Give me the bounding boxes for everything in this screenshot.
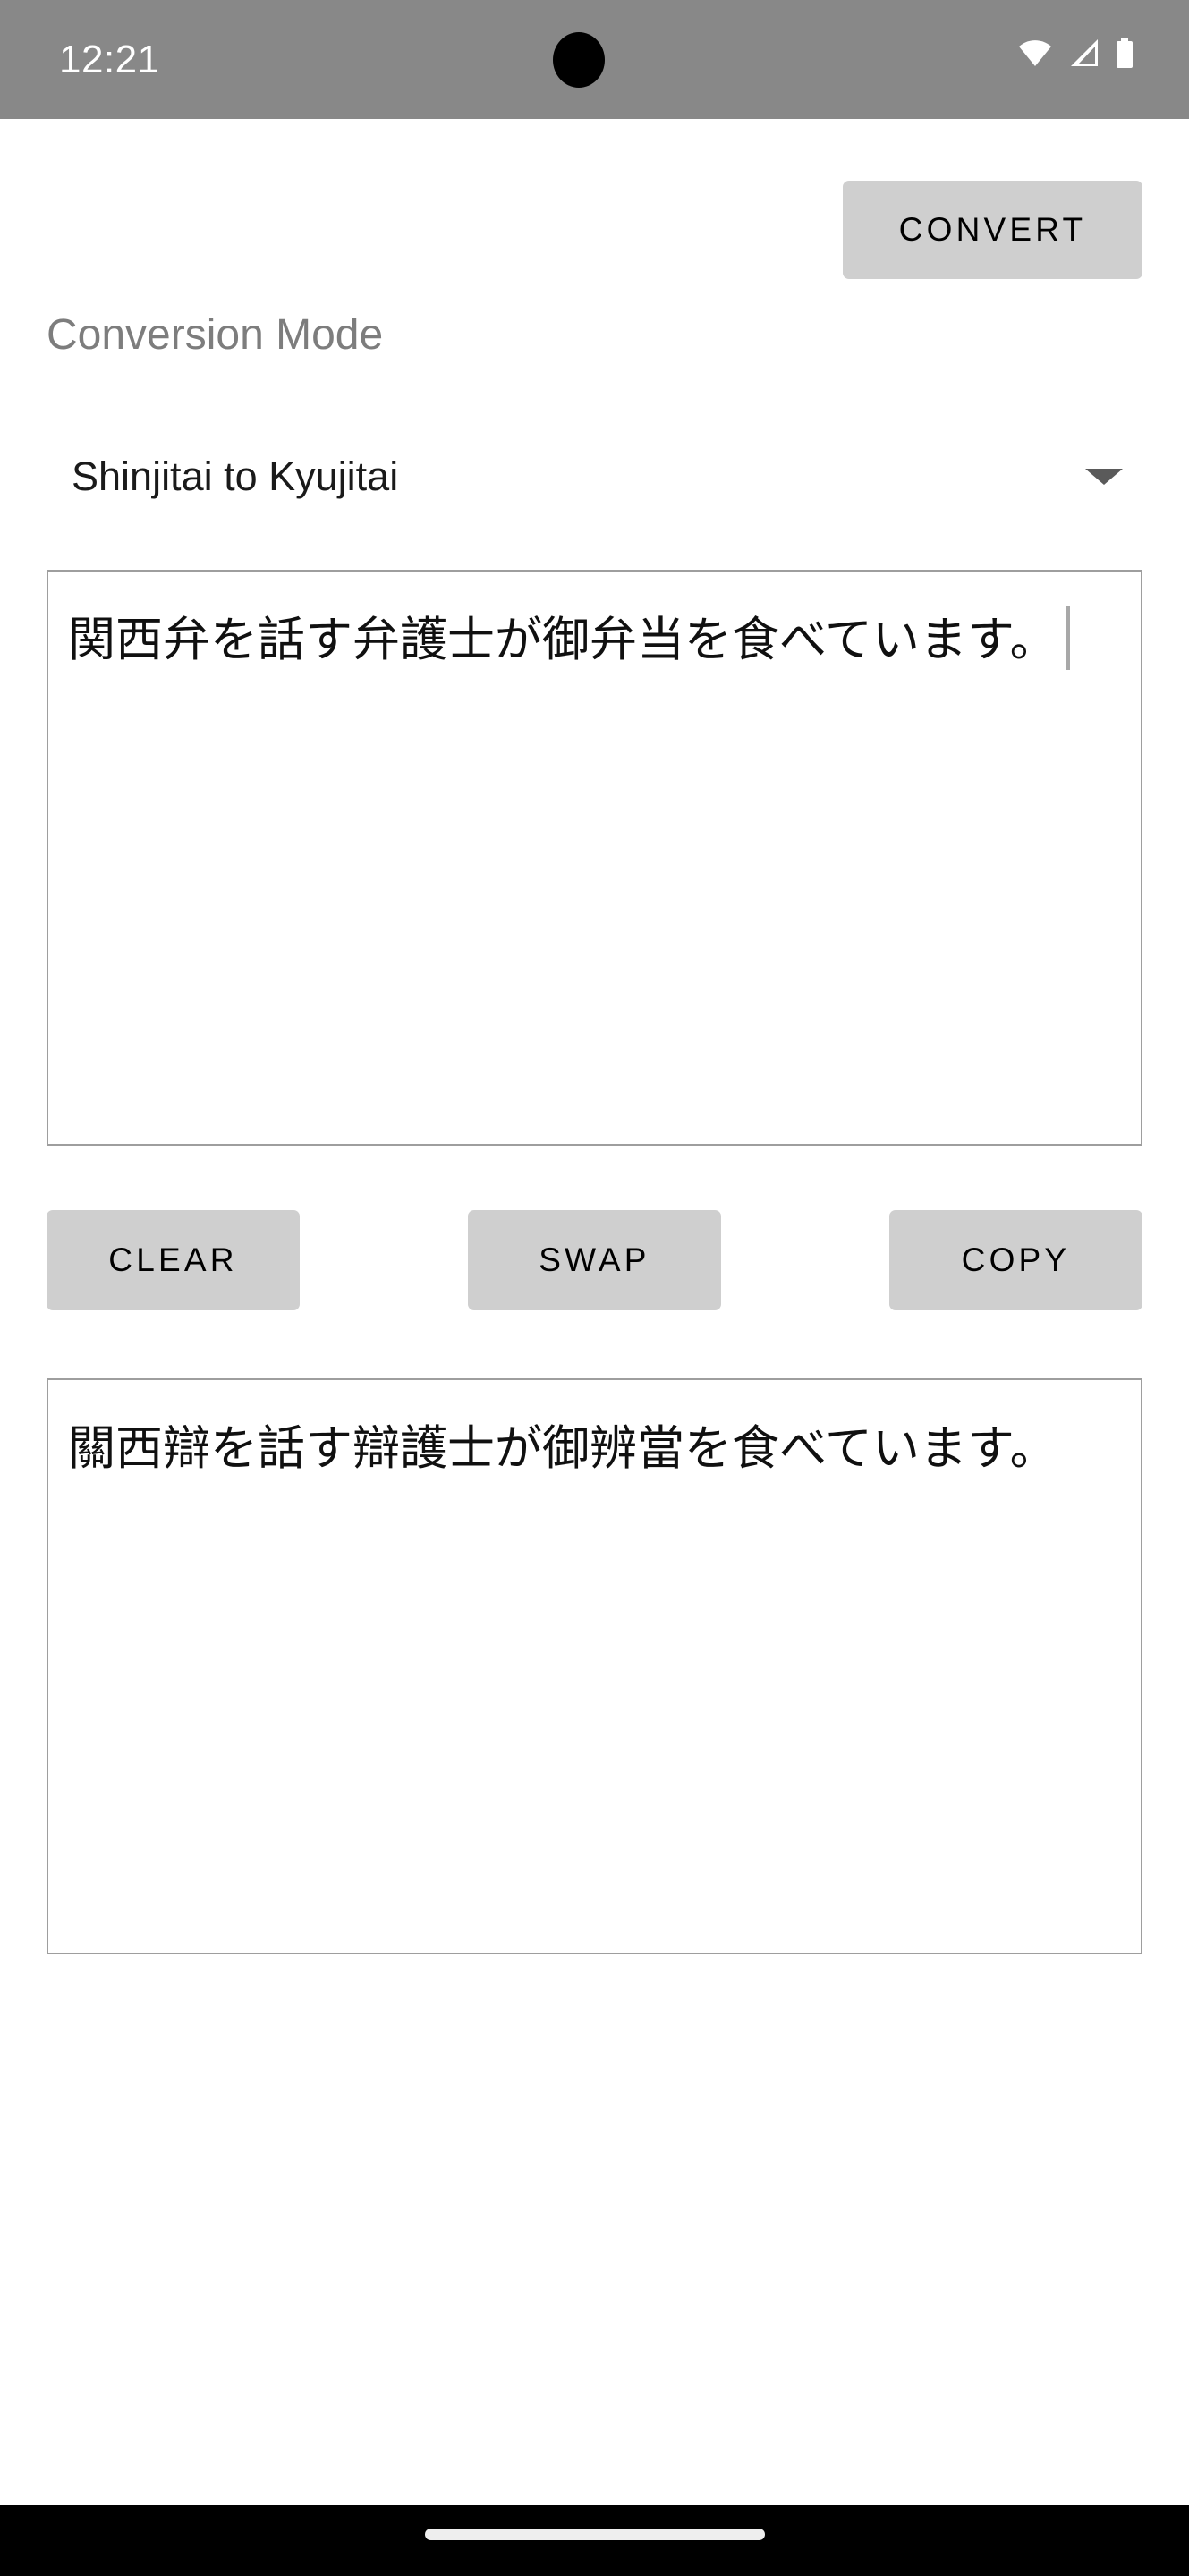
home-gesture-pill[interactable] xyxy=(424,2529,765,2540)
camera-cutout xyxy=(553,32,605,88)
system-navigation-bar xyxy=(0,2505,1189,2576)
chevron-down-icon xyxy=(1085,469,1123,485)
text-cursor xyxy=(1066,606,1070,670)
swap-button[interactable]: SWAP xyxy=(468,1210,721,1310)
status-bar: 12:21 xyxy=(0,0,1189,119)
conversion-mode-selected-value: Shinjitai to Kyujitai xyxy=(72,453,399,499)
copy-button[interactable]: COPY xyxy=(889,1210,1142,1310)
output-text-field[interactable]: 關西辯を話す辯護士が御辨當を食べています。 xyxy=(47,1378,1142,1954)
battery-icon xyxy=(1114,38,1135,72)
convert-button[interactable]: CONVERT xyxy=(843,181,1142,279)
status-bar-clock: 12:21 xyxy=(59,38,160,81)
clear-button[interactable]: CLEAR xyxy=(47,1210,300,1310)
conversion-mode-label: Conversion Mode xyxy=(47,311,384,359)
app-screen: 12:21 CONVERT Conversion Mode Shinjitai … xyxy=(0,0,1189,2576)
cellular-signal-icon xyxy=(1067,38,1100,72)
input-text-field[interactable]: 関西弁を話す弁護士が御弁当を食べています。 xyxy=(47,570,1142,1146)
wifi-icon xyxy=(1017,38,1053,72)
status-bar-icons xyxy=(1017,38,1135,72)
output-text-value: 關西辯を話す辯護士が御辨當を食べています。 xyxy=(68,1422,1057,1475)
conversion-mode-spinner[interactable]: Shinjitai to Kyujitai xyxy=(47,440,1142,521)
input-text-value: 関西弁を話す弁護士が御弁当を食べています。 xyxy=(68,614,1057,666)
